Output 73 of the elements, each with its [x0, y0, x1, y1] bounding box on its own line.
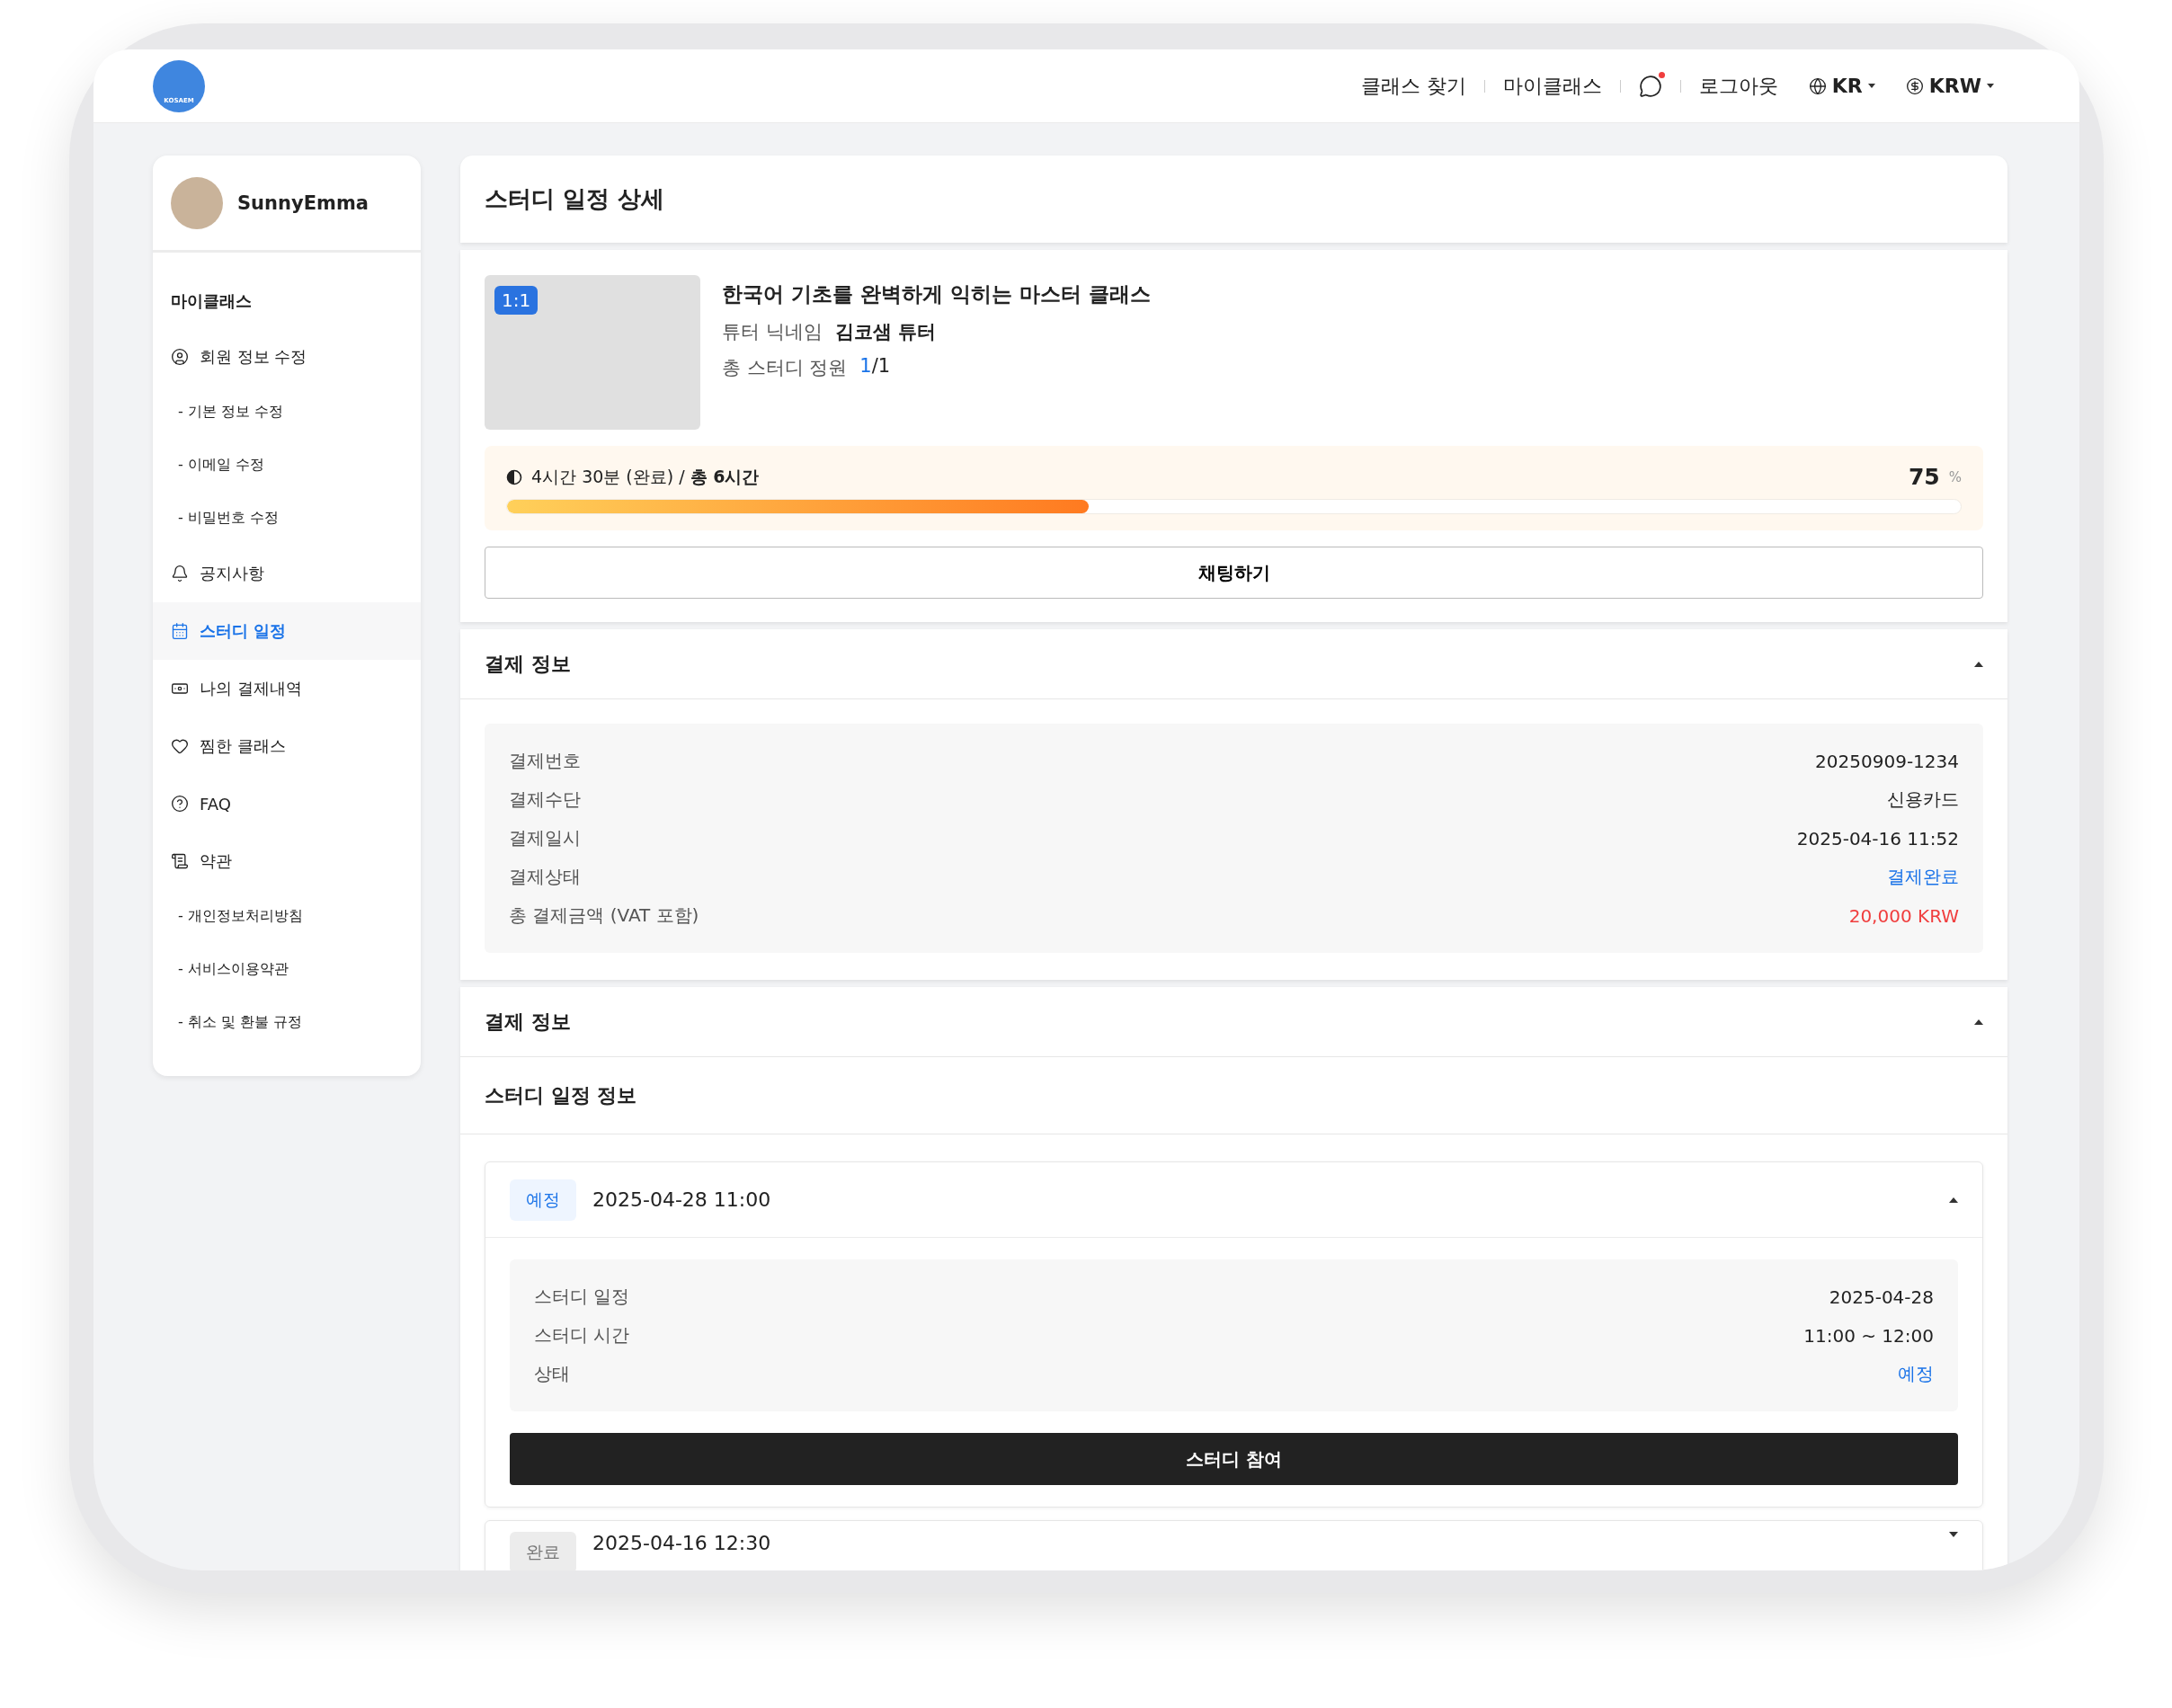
user-name: SunnyEmma	[237, 191, 369, 214]
info-value: 20250909-1234	[1815, 750, 1959, 772]
sidebar-item[interactable]: 회원 정보 수정	[153, 328, 421, 386]
calendar-icon	[171, 622, 189, 640]
user-circle-icon	[171, 348, 189, 366]
info-label: 결제상태	[509, 865, 581, 889]
info-value: 20,000 KRW	[1848, 904, 1959, 927]
caret-icon	[1987, 84, 1994, 88]
tutor-label: 튜터 닉네임	[722, 320, 823, 344]
session-datetime: 2025-04-16 12:30	[592, 1532, 771, 1554]
chat-icon[interactable]	[1638, 74, 1662, 98]
capacity-value: 1/1	[859, 355, 891, 378]
class-title: 한국어 기초를 완벽하게 익히는 마스터 클래스	[722, 281, 1152, 307]
sidebar-item[interactable]: 약관	[153, 832, 421, 890]
chat-button[interactable]: 채팅하기	[485, 547, 1983, 599]
logout-link[interactable]: 로그아웃	[1698, 72, 1778, 100]
sidebar-subitem[interactable]: - 이메일 수정	[153, 439, 421, 492]
bell-icon	[171, 565, 189, 583]
session-header[interactable]: 예정 2025-04-28 11:00	[485, 1162, 1982, 1238]
info-label: 결제수단	[509, 787, 581, 812]
tutor-name: 김코샘 튜터	[834, 320, 936, 344]
info-label: 결제일시	[509, 826, 581, 850]
sidebar-subitem[interactable]: - 서비스이용약관	[153, 943, 421, 996]
info-label: 결제번호	[509, 749, 581, 773]
currency-dropdown[interactable]: KRW	[1905, 75, 1994, 97]
caret-icon	[1867, 84, 1875, 88]
caret-icon	[1949, 1532, 1958, 1537]
info-value: 11:00 ~ 12:00	[1803, 1324, 1934, 1347]
progress-label: 4시간 30분 (완료) / 총 6시간	[531, 465, 760, 488]
caret-icon	[1974, 661, 1983, 667]
document-icon	[171, 852, 189, 870]
status-badge: 예정	[510, 1179, 576, 1221]
info-label: 상태	[534, 1362, 570, 1386]
pie-icon	[506, 468, 522, 485]
sidebar-subitem[interactable]: - 취소 및 환불 규정	[153, 996, 421, 1049]
info-value: 2025-04-16 11:52	[1796, 827, 1959, 850]
nav-link[interactable]: 클래스 찾기	[1360, 72, 1466, 100]
session-datetime: 2025-04-28 11:00	[592, 1188, 771, 1211]
sidebar-item[interactable]: 찜한 클래스	[153, 717, 421, 775]
info-value: 2025-04-28	[1829, 1285, 1934, 1308]
info-label: 스터디 일정	[534, 1285, 630, 1309]
info-value: 결제완료	[1887, 865, 1959, 889]
page-title: 스터디 일정 상세	[460, 156, 2007, 243]
progress-percent: 75	[1908, 464, 1940, 490]
sidebar-subitem[interactable]: - 기본 정보 수정	[153, 386, 421, 439]
info-label: 스터디 시간	[534, 1323, 630, 1348]
info-label: 총 결제금액 (VAT 포함)	[509, 903, 699, 928]
sidebar-item[interactable]: 나의 결제내역	[153, 660, 421, 717]
sidebar-subitem[interactable]: - 비밀번호 수정	[153, 492, 421, 545]
globe-icon	[1808, 76, 1827, 95]
percent-unit: %	[1948, 468, 1962, 485]
heart-icon	[171, 737, 189, 755]
caret-icon	[1949, 1196, 1958, 1203]
status-badge: 완료	[510, 1532, 576, 1570]
info-value: 신용카드	[1887, 787, 1959, 812]
sidebar-item[interactable]: FAQ	[153, 775, 421, 832]
sidebar-item[interactable]: 공지사항	[153, 545, 421, 602]
class-type-badge: 1:1	[494, 286, 539, 315]
help-icon	[171, 795, 189, 813]
nav-link[interactable]: 마이클래스	[1502, 72, 1602, 100]
accordion-header[interactable]: 결제 정보	[460, 987, 2007, 1057]
caret-icon	[1974, 1019, 1983, 1025]
join-button[interactable]: 스터디 참여	[510, 1433, 1958, 1485]
language-dropdown[interactable]: KR	[1808, 75, 1875, 97]
session-header[interactable]: 완료 2025-04-16 12:30	[485, 1521, 1982, 1570]
coin-icon	[1905, 76, 1924, 95]
accordion-header[interactable]: 결제 정보	[460, 629, 2007, 699]
section-title: 스터디 일정 정보	[460, 1057, 2007, 1134]
sidebar-item[interactable]: 스터디 일정	[153, 602, 421, 660]
capacity-label: 총 스터디 정원	[722, 356, 848, 380]
sidebar-subitem[interactable]: - 개인정보처리방침	[153, 890, 421, 943]
info-value: 예정	[1898, 1362, 1934, 1386]
section-title: 마이클래스	[170, 290, 253, 312]
